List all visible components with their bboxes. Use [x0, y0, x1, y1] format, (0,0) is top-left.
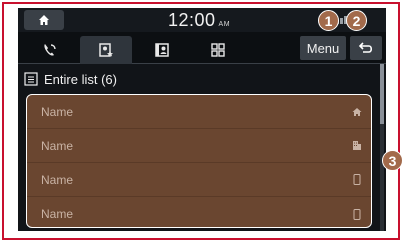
contact-list: Name Name Name Name — [26, 94, 372, 228]
list-item-label: Name — [41, 138, 74, 153]
list-item[interactable]: Name — [27, 163, 371, 197]
callout-2: 2 — [346, 10, 367, 31]
home-button[interactable] — [24, 10, 64, 30]
contacts-star-icon — [99, 43, 113, 57]
callout-3: 3 — [382, 150, 402, 171]
scroll-thumb[interactable] — [380, 64, 384, 124]
tab-bar: Menu — [18, 32, 386, 64]
tab-keypad[interactable] — [192, 36, 244, 64]
keypad-icon — [211, 43, 225, 57]
list-header-label: Entire list (6) — [44, 71, 117, 87]
list-item-label: Name — [41, 207, 74, 221]
callout-1: 1 — [318, 10, 339, 31]
list-item-label: Name — [41, 172, 74, 187]
phone-call-icon — [44, 44, 56, 56]
clock: 12:00 AM — [168, 8, 230, 32]
mobile-icon — [351, 208, 363, 220]
home-icon — [39, 15, 49, 25]
list-item[interactable]: Name — [27, 197, 371, 227]
tab-phonebook[interactable] — [136, 36, 188, 64]
back-button[interactable] — [350, 36, 382, 60]
list-scrollbar[interactable] — [380, 64, 384, 231]
list-item[interactable]: Name — [27, 95, 371, 129]
clock-ampm: AM — [218, 21, 231, 28]
list-icon — [24, 72, 38, 86]
back-arrow-icon — [358, 42, 373, 53]
list-item-label: Name — [41, 104, 74, 119]
menu-button[interactable]: Menu — [300, 36, 346, 60]
mobile-icon — [351, 174, 363, 186]
list-item[interactable]: Name — [27, 129, 371, 163]
tab-favorites-contacts[interactable] — [80, 36, 132, 64]
tab-call-history[interactable] — [24, 36, 76, 64]
office-icon — [351, 140, 363, 152]
phonebook-icon — [155, 43, 169, 57]
list-header: Entire list (6) — [24, 68, 117, 90]
clock-time: 12:00 — [168, 10, 216, 30]
home-icon — [351, 106, 363, 118]
head-unit-screen: 12:00 AM Menu Entire list (6) Name Name … — [18, 8, 386, 231]
